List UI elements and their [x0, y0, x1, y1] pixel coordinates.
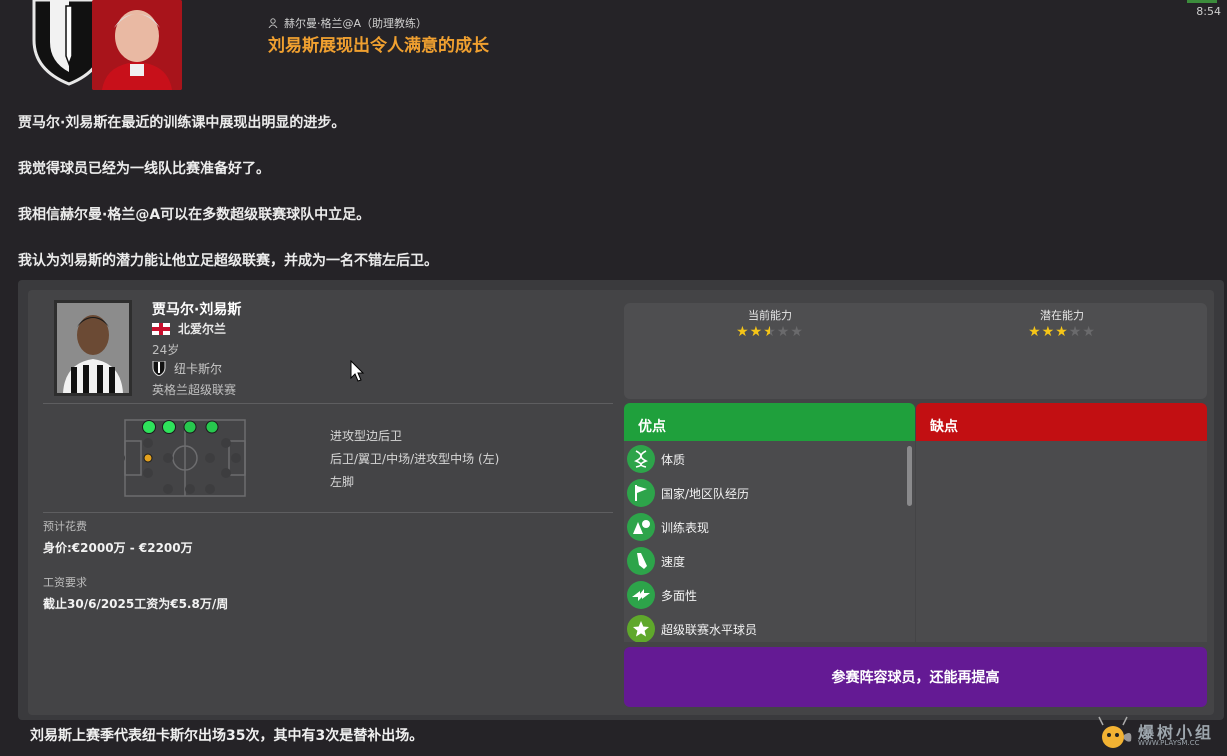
player-name[interactable]: 贾马尔·刘易斯: [152, 299, 241, 319]
pro-item: 超级联赛水平球员: [627, 613, 757, 642]
pro-label: 体质: [661, 452, 686, 467]
clock: 8:54: [1196, 5, 1221, 18]
rating-star-icon: ★: [1068, 324, 1083, 340]
fee-value: 身价:€2000万 - €2200万: [43, 541, 193, 555]
rating-star-icon: ★: [1028, 324, 1042, 340]
boot-icon: [627, 547, 655, 575]
nation-label: 北爱尔兰: [178, 322, 227, 336]
player-role: 进攻型边后卫: [330, 429, 403, 443]
message-line-2: 我觉得球员已经为一线队比赛准备好了。: [18, 161, 270, 177]
club-label: 纽卡斯尔: [174, 362, 223, 376]
pros-title: 优点: [638, 419, 666, 435]
rating-star-icon: ★: [790, 324, 804, 340]
player-club[interactable]: 纽卡斯尔: [152, 360, 222, 377]
pro-label: 国家/地区队经历: [661, 486, 750, 501]
training-cones-icon: [627, 513, 655, 541]
status-indicator: [1187, 0, 1217, 3]
pros-list: 体质 国家/地区队经历 训练表现 速度 多面性 超级联赛水平球员: [624, 441, 915, 642]
pros-scrollbar[interactable]: [907, 446, 912, 506]
message-headline: 刘易斯展现出令人满意的成长: [268, 36, 489, 56]
message-line-1: 贾马尔·刘易斯在最近的训练课中展现出明显的进步。: [18, 115, 346, 131]
player-league[interactable]: 英格兰超级联赛: [152, 381, 236, 398]
wage-value: 截止30/6/2025工资为€5.8万/周: [43, 597, 229, 611]
rating-star-icon: ★: [736, 324, 750, 340]
player-age: 24岁: [152, 343, 180, 357]
sender-name: 赫尔曼·格兰@A（助理教练）: [284, 17, 428, 30]
section-divider: [43, 512, 613, 513]
watermark-url: WWW.PLAYSM.CC: [1138, 739, 1200, 747]
rating-star-icon: ★: [749, 324, 764, 340]
wage-label: 工资要求: [43, 576, 87, 589]
person-icon: [268, 18, 278, 28]
arrows-icon: [627, 581, 655, 609]
cons-header: 缺点: [916, 403, 1207, 441]
pro-label: 超级联赛水平球员: [661, 622, 758, 637]
fee-label: 预计花费: [43, 520, 87, 533]
cons-title: 缺点: [930, 419, 958, 435]
england-flag-icon: [152, 322, 170, 335]
potential-ability-stars: ★★★★★: [962, 324, 1162, 340]
player-nation[interactable]: 北爱尔兰: [152, 320, 226, 337]
rating-star-icon: ★: [776, 324, 791, 340]
rating-star-icon: ★: [1041, 324, 1056, 340]
message-line-4: 我认为刘易斯的潜力能让他立足超级联赛，并成为一名不错左后卫。: [18, 253, 438, 269]
dna-icon: [627, 445, 655, 473]
pro-item: 多面性: [627, 579, 697, 611]
pro-item: 体质: [627, 443, 685, 475]
preferred-foot: 左脚: [330, 475, 355, 489]
position-pitch: [115, 419, 246, 497]
rating-star-icon: ★: [1055, 324, 1069, 340]
bee-logo-icon: [1098, 716, 1132, 748]
flag-icon: [627, 479, 655, 507]
sender-line: 赫尔曼·格兰@A（助理教练）: [268, 15, 427, 31]
current-ability-stars: ★★★★★: [670, 324, 870, 340]
appearance-summary: 刘易斯上赛季代表纽卡斯尔出场35次，其中有3次是替补出场。: [30, 728, 424, 744]
cons-list: [916, 441, 1207, 642]
pro-label: 速度: [661, 554, 686, 569]
player-positions: 后卫/翼卫/中场/进攻型中场 (左): [330, 452, 500, 466]
club-badge-icon: [152, 361, 166, 376]
pro-item: 训练表现: [627, 511, 709, 543]
pro-item: 速度: [627, 545, 685, 577]
rating-star-icon: ★: [763, 324, 777, 340]
coach-portrait: [92, 0, 182, 90]
pro-label: 训练表现: [661, 520, 710, 535]
pro-item: 国家/地区队经历: [627, 477, 749, 509]
mouse-cursor-icon: [350, 359, 366, 384]
star-icon: [627, 615, 655, 642]
pros-header: 优点: [624, 403, 915, 441]
pro-label: 多面性: [661, 588, 698, 603]
section-divider: [43, 403, 613, 404]
player-portrait[interactable]: [54, 300, 132, 396]
current-ability-label: 当前能力: [748, 309, 792, 322]
verdict-banner: 参赛阵容球员，还能再提高: [624, 647, 1207, 707]
rating-star-icon: ★: [1082, 324, 1096, 340]
message-line-3: 我相信赫尔曼·格兰@A可以在多数超级联赛球队中立足。: [18, 207, 371, 223]
watermark-logo: 爆树小组 WWW.PLAYSM.CC: [1095, 715, 1220, 753]
potential-ability-label: 潜在能力: [1040, 309, 1084, 322]
